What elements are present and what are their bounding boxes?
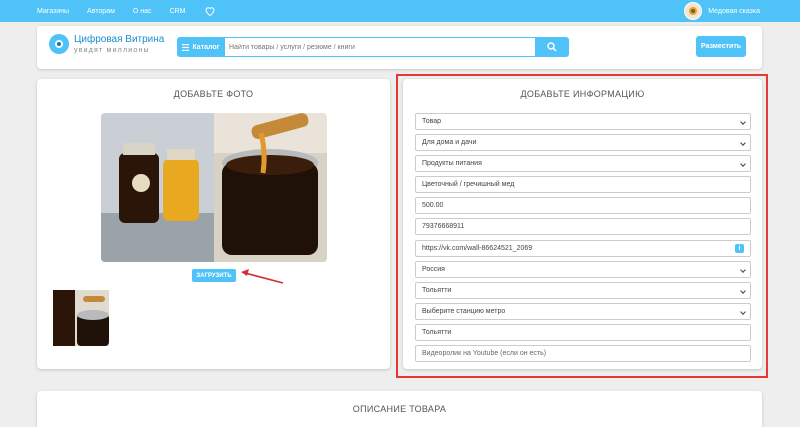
city-select[interactable]: Тольятти bbox=[415, 282, 751, 299]
search-icon bbox=[547, 42, 557, 52]
add-photo-title: ДОБАВЬТЕ ФОТО bbox=[173, 89, 254, 99]
description-card: ОПИСАНИЕ ТОВАРА bbox=[37, 391, 762, 427]
country-select[interactable]: Россия bbox=[415, 261, 751, 278]
catalog-label: Каталог bbox=[192, 43, 220, 51]
nav-link-about[interactable]: О нас bbox=[133, 8, 152, 15]
logo-subtitle: увидят миллионы bbox=[74, 47, 150, 54]
user-menu[interactable]: Медовая сказка bbox=[684, 2, 760, 20]
address-field[interactable]: Тольятти bbox=[415, 324, 751, 341]
category-select-value: Для дома и дачи bbox=[422, 139, 477, 146]
search-bar: Каталог bbox=[177, 37, 569, 57]
search-input[interactable] bbox=[225, 37, 535, 57]
top-nav: Магазины Авторам О нас CRM bbox=[37, 0, 216, 22]
product-photo bbox=[101, 113, 327, 262]
info-icon[interactable]: i bbox=[735, 244, 744, 253]
add-info-card: ДОБАВЬТЕ ИНФОРМАЦИЮ Товар Для дома и дач… bbox=[403, 79, 762, 369]
top-bar: Магазины Авторам О нас CRM Медовая сказк… bbox=[0, 0, 800, 22]
category-select[interactable]: Для дома и дачи bbox=[415, 134, 751, 151]
nav-link-authors[interactable]: Авторам bbox=[87, 8, 115, 15]
type-select-value: Товар bbox=[422, 118, 442, 125]
subcategory-select-value: Продукты питания bbox=[422, 160, 482, 167]
type-select[interactable]: Товар bbox=[415, 113, 751, 130]
link-value: https://vk.com/wall-86624521_2069 bbox=[422, 245, 533, 252]
product-name-field[interactable]: Цветочный / гречишный мед bbox=[415, 176, 751, 193]
phone-value: 79376668911 bbox=[422, 223, 465, 230]
link-field[interactable]: https://vk.com/wall-86624521_2069 i bbox=[415, 240, 751, 257]
avatar bbox=[684, 2, 703, 20]
heart-icon[interactable] bbox=[204, 5, 216, 17]
logo-title: Цифровая Витрина bbox=[74, 34, 165, 45]
add-photo-card: ДОБАВЬТЕ ФОТО ЗАГРУЗИТЬ bbox=[37, 79, 390, 369]
youtube-field[interactable]: Видеоролик на Youtube (если он есть) bbox=[415, 345, 751, 362]
description-title: ОПИСАНИЕ ТОВАРА bbox=[352, 404, 447, 414]
country-select-value: Россия bbox=[422, 266, 445, 273]
photo-thumbnail[interactable] bbox=[53, 290, 109, 346]
place-listing-button[interactable]: Разместить bbox=[696, 36, 746, 57]
user-name: Медовая сказка bbox=[708, 7, 760, 15]
logo[interactable]: Цифровая Витрина увидят миллионы bbox=[49, 34, 164, 54]
nav-link-shops[interactable]: Магазины bbox=[37, 8, 69, 15]
add-info-title: ДОБАВЬТЕ ИНФОРМАЦИЮ bbox=[520, 89, 645, 99]
search-button[interactable] bbox=[535, 37, 569, 57]
city-select-value: Тольятти bbox=[422, 287, 452, 294]
product-name-value: Цветочный / гречишный мед bbox=[422, 181, 515, 188]
address-value: Тольятти bbox=[422, 329, 452, 336]
metro-select[interactable]: Выберите станцию метро bbox=[415, 303, 751, 320]
header: Цифровая Витрина увидят миллионы Каталог… bbox=[37, 26, 762, 69]
youtube-placeholder: Видеоролик на Youtube (если он есть) bbox=[422, 350, 547, 357]
nav-link-crm[interactable]: CRM bbox=[170, 8, 186, 15]
catalog-button[interactable]: Каталог bbox=[177, 37, 225, 57]
red-arrow-annotation bbox=[241, 269, 284, 284]
subcategory-select[interactable]: Продукты питания bbox=[415, 155, 751, 172]
price-field[interactable]: 500.00 bbox=[415, 197, 751, 214]
phone-field[interactable]: 79376668911 bbox=[415, 218, 751, 235]
menu-icon bbox=[182, 43, 190, 51]
price-value: 500.00 bbox=[422, 202, 444, 209]
upload-button[interactable]: ЗАГРУЗИТЬ bbox=[192, 269, 236, 282]
metro-select-value: Выберите станцию метро bbox=[422, 308, 506, 315]
eye-logo-icon bbox=[49, 34, 69, 54]
